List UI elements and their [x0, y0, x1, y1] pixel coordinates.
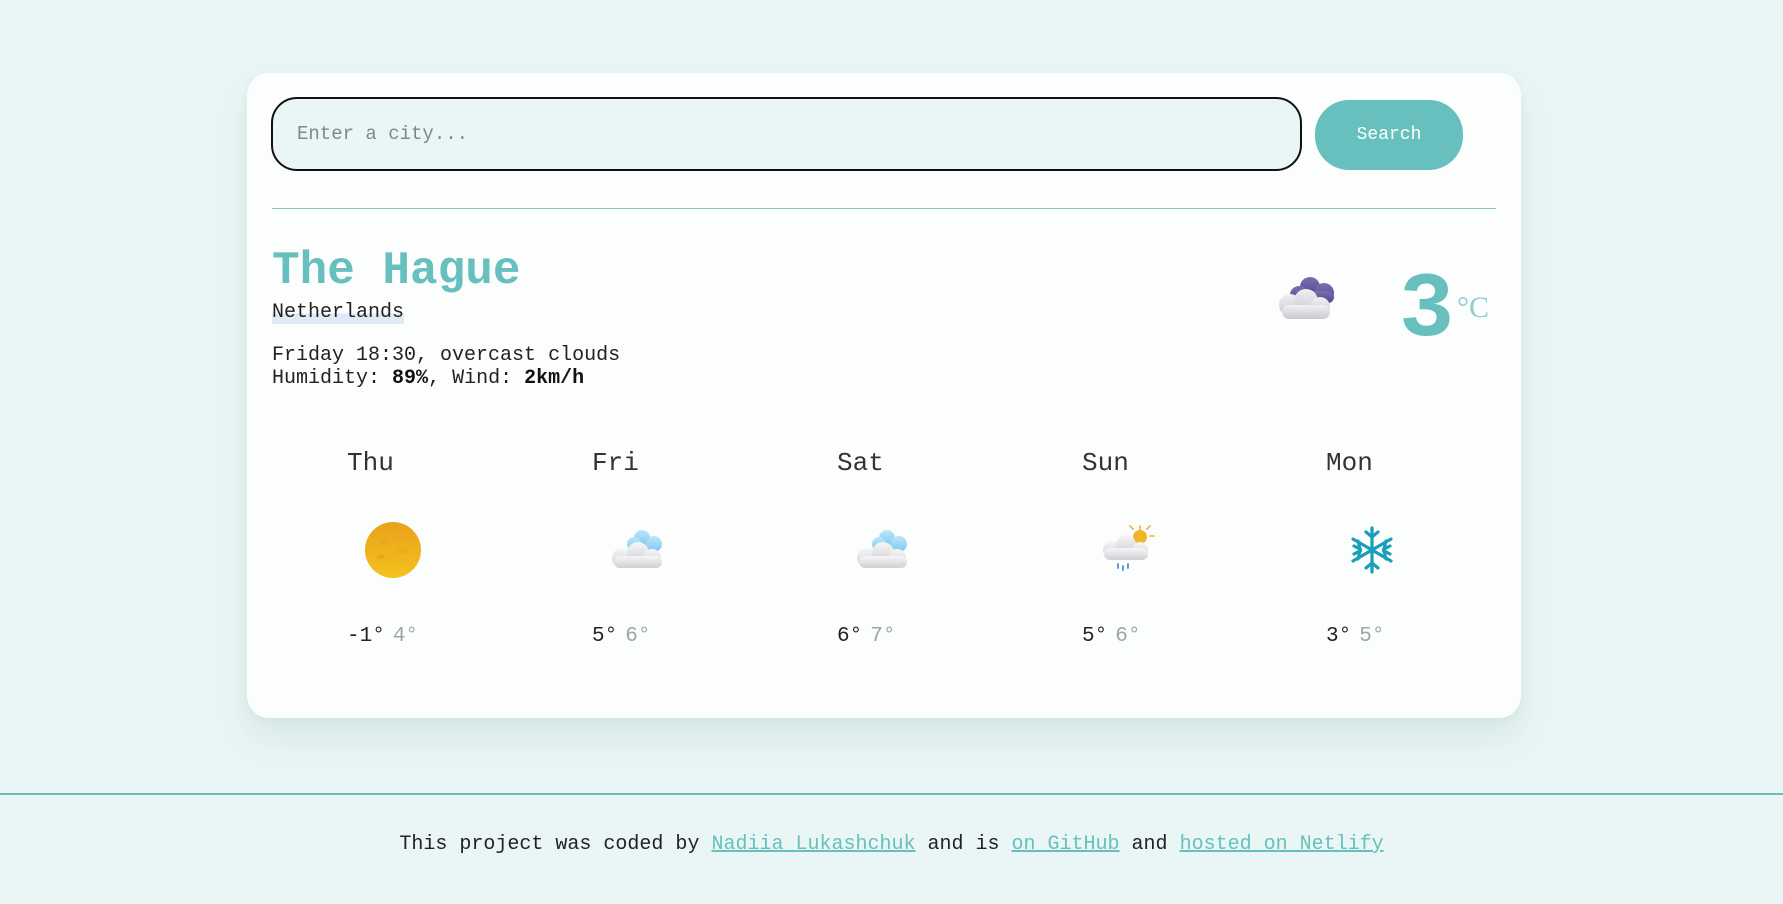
forecast-day-name: Mon [1326, 448, 1373, 478]
forecast-day: Thu -1° 4° [347, 448, 487, 678]
day-description-line: Friday 18:30, overcast clouds [272, 344, 621, 367]
rain-sun-icon [1103, 525, 1155, 571]
forecast-temp-max: -1° [347, 625, 385, 648]
forecast-temps: 5° 6° [1082, 625, 1140, 648]
forecast-temp-max: 6° [837, 625, 863, 648]
forecast-temps: -1° 4° [347, 625, 418, 648]
footer-text: and [1119, 833, 1180, 856]
forecast-temp-min: 6° [1115, 625, 1141, 648]
city-search-input[interactable] [271, 97, 1302, 171]
wind-value: 2km/h [524, 367, 585, 390]
snowflake-icon [1351, 526, 1393, 574]
country-name: Netherlands [272, 301, 405, 324]
forecast-temp-min: 6° [625, 625, 651, 648]
search-button[interactable]: Search [1315, 100, 1463, 170]
overcast-clouds-icon [1279, 277, 1334, 319]
netlify-link[interactable]: hosted on Netlify [1180, 833, 1384, 856]
forecast-day: Fri 5° 6° [592, 448, 732, 678]
forecast-temp-min: 5° [1359, 625, 1385, 648]
github-link[interactable]: on GitHub [1012, 833, 1120, 856]
forecast-temp-max: 5° [592, 625, 618, 648]
humidity-label: Humidity: [272, 367, 381, 390]
forecast-temps: 3° 5° [1326, 625, 1384, 648]
forecast-day: Sat 6° 7° [837, 448, 977, 678]
forecast-temps: 5° 6° [592, 625, 650, 648]
forecast-temps: 6° 7° [837, 625, 895, 648]
forecast-day-name: Fri [592, 448, 639, 478]
current-temperature: 3 [1399, 258, 1455, 363]
forecast-day-name: Sat [837, 448, 884, 478]
cloud-icon [857, 530, 907, 568]
forecast-temp-max: 5° [1082, 625, 1108, 648]
forecast-day: Sun 5° 6° [1082, 448, 1222, 678]
temperature-unit[interactable]: °C [1457, 291, 1489, 325]
forecast-day: Mon 3° 5° [1326, 448, 1466, 678]
humidity-value: 89% [392, 367, 429, 390]
humidity-wind-line: Humidity: 89%, Wind: 2km/h [272, 367, 585, 390]
author-link[interactable]: Nadiia Lukashchuk [711, 833, 915, 856]
footer-text: and is [915, 833, 1012, 856]
weather-card: Search The Hague Netherlands Friday 18:3… [247, 73, 1521, 718]
divider [272, 208, 1496, 209]
weather-description: overcast clouds [440, 344, 621, 367]
city-name: The Hague [272, 245, 521, 297]
sun-icon [365, 522, 421, 578]
cloud-icon [612, 530, 662, 568]
forecast-row: Thu -1° 4° Fri 5° 6° Sat 6° 7° Sun 5° 6°… [247, 448, 1521, 678]
forecast-temp-min: 7° [870, 625, 896, 648]
footer-text: This project was coded by [399, 833, 712, 856]
wind-label: Wind: [452, 367, 513, 390]
day-time: Friday 18:30 [272, 344, 417, 367]
footer: This project was coded by Nadiia Lukashc… [0, 833, 1783, 856]
forecast-temp-min: 4° [392, 625, 419, 648]
forecast-day-name: Sun [1082, 448, 1129, 478]
forecast-temp-max: 3° [1326, 625, 1352, 648]
footer-divider [0, 793, 1783, 795]
forecast-day-name: Thu [347, 448, 394, 478]
weather-details: Friday 18:30, overcast clouds Humidity: … [272, 344, 620, 390]
